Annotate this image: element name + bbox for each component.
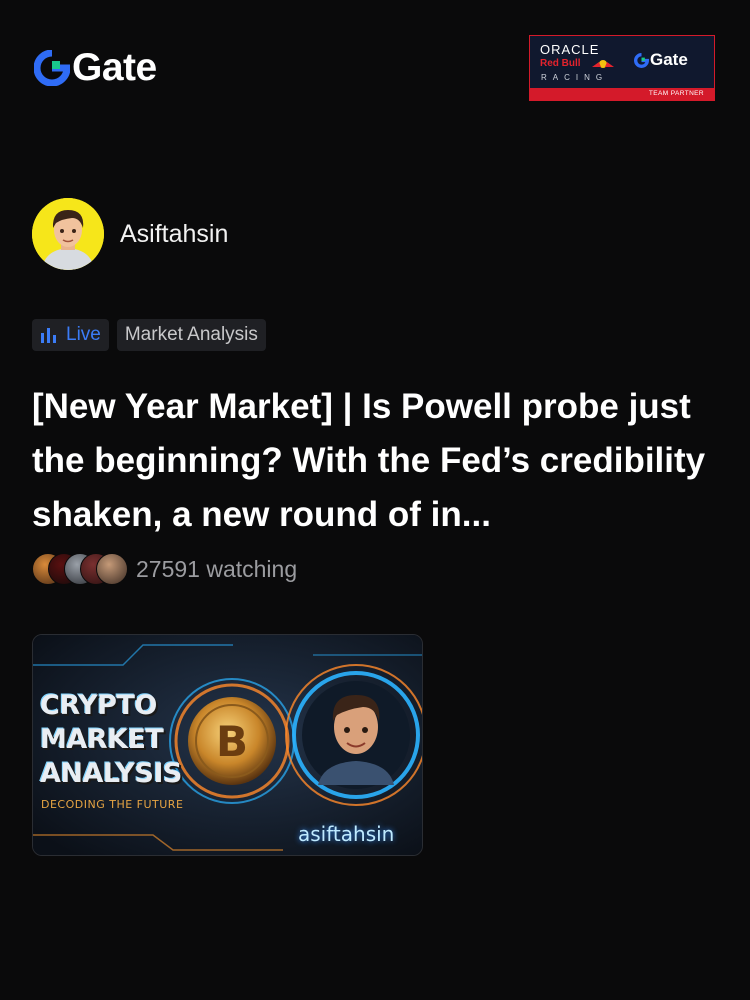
- partner-badge: ORACLE Red Bull RACING Gate TEAM PARTNER: [529, 35, 715, 101]
- category-tag[interactable]: Market Analysis: [116, 319, 266, 351]
- partner-redbull: Red Bull: [540, 58, 581, 69]
- viewer-avatars: [32, 553, 128, 585]
- author-row[interactable]: Asiftahsin: [32, 198, 228, 270]
- post-title[interactable]: [New Year Market] | Is Powell probe just…: [32, 380, 732, 542]
- thumb-handle: asiftahsin: [298, 822, 395, 846]
- thumb-line-crypto: CRYPTO: [40, 690, 157, 721]
- partner-racing: RACING: [541, 73, 609, 82]
- partner-gate-logo: Gate: [634, 50, 688, 70]
- bulls-icon: [592, 60, 614, 68]
- gate-logo-icon: [34, 50, 70, 86]
- watching-count: 27591 watching: [136, 555, 298, 582]
- gate-logo-icon: [634, 52, 649, 68]
- brand-name: Gate: [72, 46, 157, 89]
- watching-row: 27591 watching: [32, 553, 297, 585]
- thumb-line-analysis: ANALYSIS: [40, 758, 182, 789]
- thumb-subtitle: DECODING THE FUTURE: [41, 798, 184, 811]
- category-label: Market Analysis: [124, 324, 258, 345]
- svg-text:B: B: [216, 717, 248, 766]
- live-label: Live: [66, 324, 101, 345]
- author-name[interactable]: Asiftahsin: [120, 220, 228, 249]
- partner-team-label: TEAM PARTNER: [530, 88, 714, 100]
- live-bars-icon: [41, 328, 56, 343]
- tag-row: Live Market Analysis: [32, 319, 266, 351]
- user-avatar-icon: [32, 198, 104, 270]
- avatar[interactable]: [32, 198, 104, 270]
- viewer-avatar: [96, 553, 128, 585]
- partner-gate-text: Gate: [650, 50, 688, 69]
- gate-logo[interactable]: Gate: [34, 48, 157, 88]
- live-badge: Live: [32, 319, 109, 351]
- partner-oracle: ORACLE: [540, 42, 600, 57]
- stream-thumbnail[interactable]: B CRYPTO MARKET ANALYSIS DECODING THE FU…: [32, 634, 423, 856]
- thumb-line-market: MARKET: [40, 724, 164, 755]
